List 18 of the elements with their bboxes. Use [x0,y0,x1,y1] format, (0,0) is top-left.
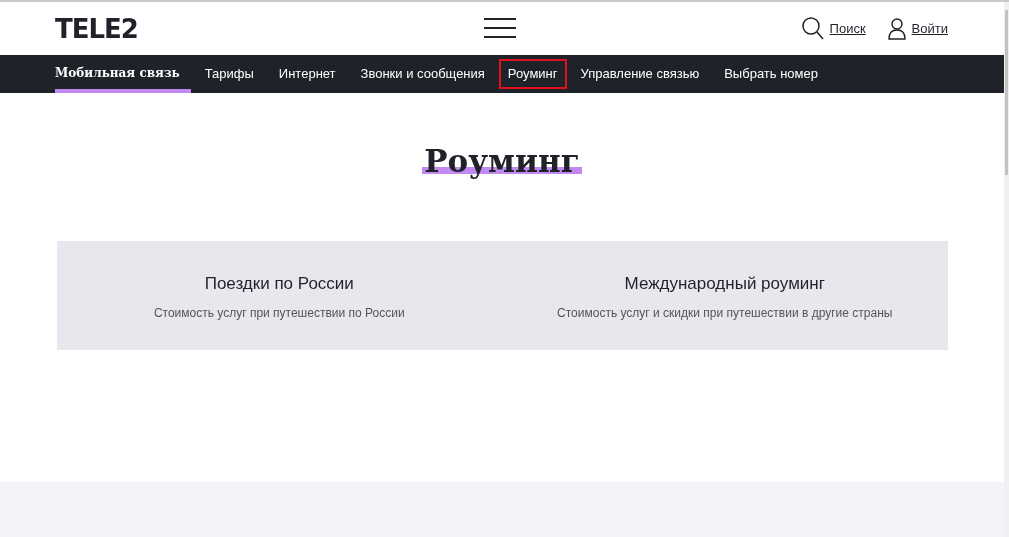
scrollbar[interactable] [1004,2,1009,537]
user-icon[interactable] [887,17,906,40]
nav-tab[interactable]: Тарифы [193,55,265,93]
login-link[interactable]: Войти [911,21,948,36]
search-icon[interactable] [801,16,824,41]
option-link[interactable]: Поездки по России [204,273,354,294]
search-link[interactable]: Поиск [829,21,866,36]
nav-tab[interactable]: Управление связью [569,55,711,93]
menu-icon[interactable] [484,18,516,38]
logo[interactable]: TELE2 [55,13,138,44]
nav-tab[interactable]: Интернет [267,55,347,93]
option-description: Стоимость услуг при путешествии по России [153,305,405,320]
option-description: Стоимость услуг и скидки при путешествии в другие страны [557,305,893,320]
nav-tab[interactable]: Выбрать номер [713,55,829,93]
nav-tab[interactable]: Звонки и сообщения [349,55,496,93]
nav-tab[interactable]: Мобильная связь [55,55,191,93]
nav-tab[interactable]: Роуминг [498,59,567,89]
option-link[interactable]: Международный роуминг [624,273,825,294]
